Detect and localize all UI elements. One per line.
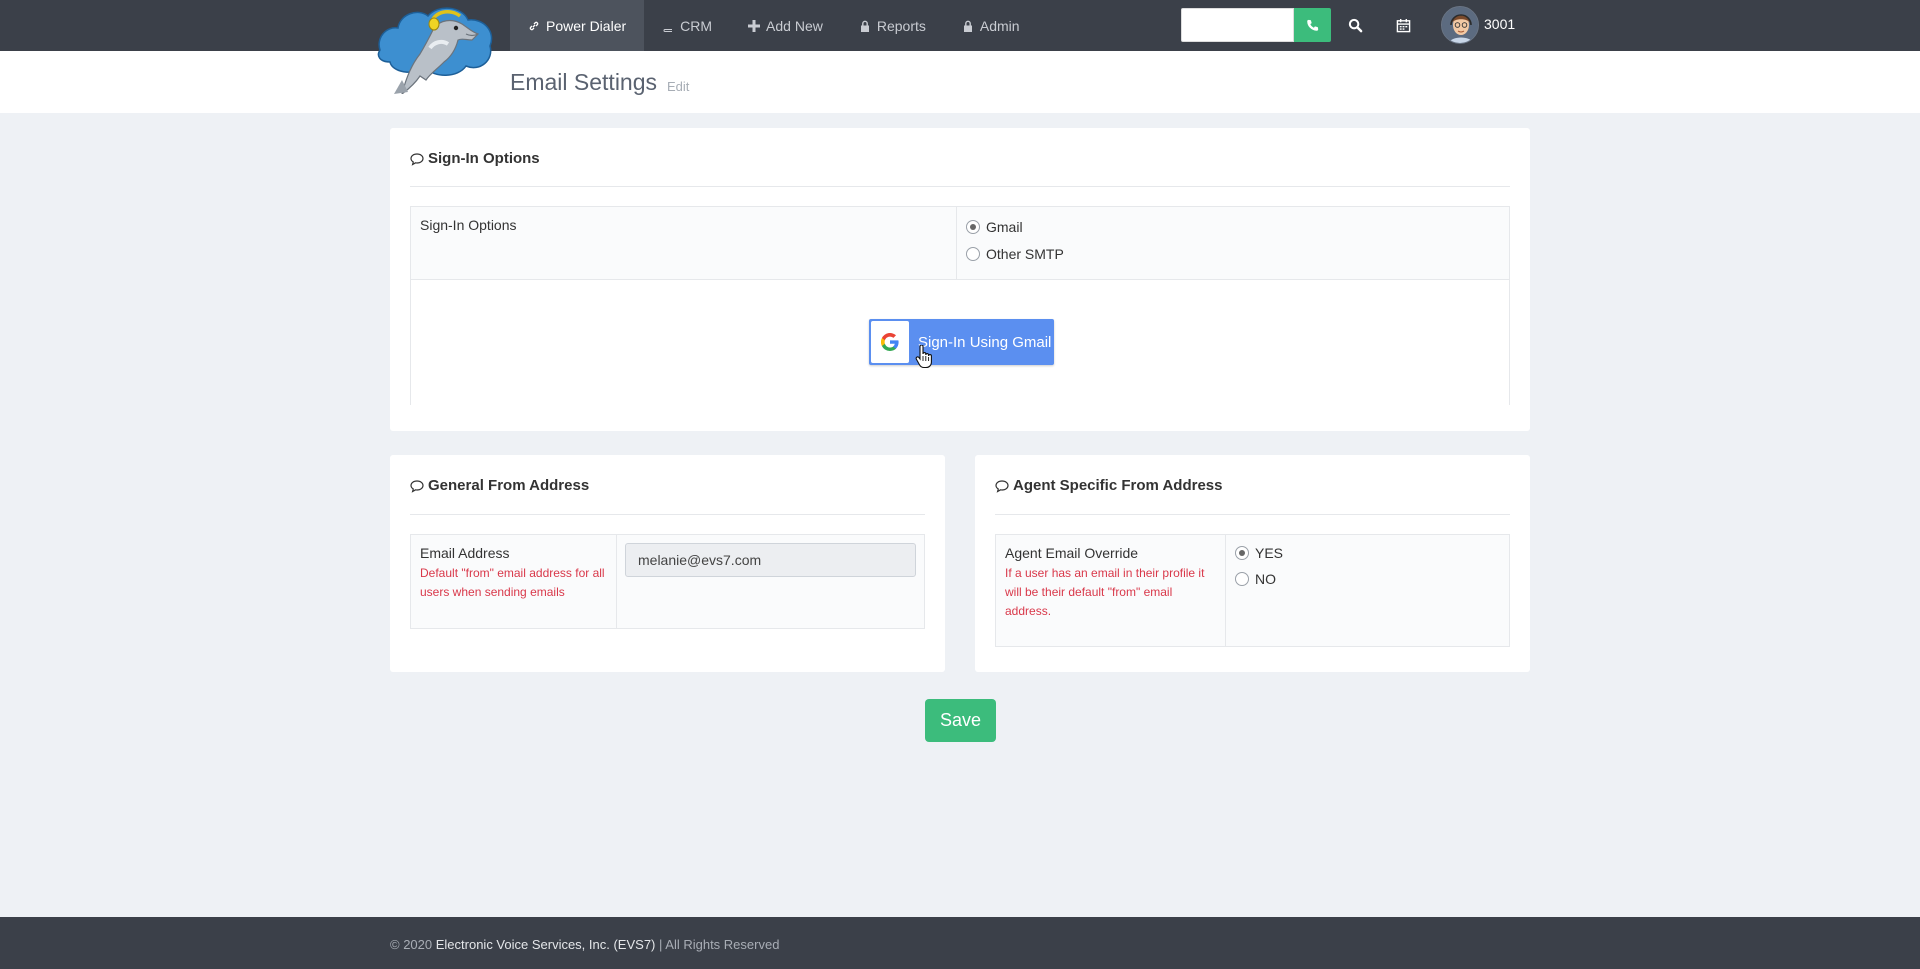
copyright-suffix: | All Rights Reserved <box>655 937 780 952</box>
email-address-label: Email Address <box>420 545 510 561</box>
link-icon <box>529 21 539 30</box>
company-name: Electronic Voice Services, Inc. (EVS7) <box>435 937 656 952</box>
radio-label: NO <box>1255 571 1276 587</box>
radio-label: Other SMTP <box>986 246 1064 262</box>
book-icon <box>663 20 673 32</box>
lock-icon <box>963 20 972 32</box>
nav-item-power-dialer[interactable]: Power Dialer <box>510 0 645 51</box>
cell-divider <box>956 207 957 279</box>
agent-email-override-help: If a user has an email in their profile … <box>1005 566 1205 618</box>
radio-yes[interactable]: YES <box>1235 545 1283 561</box>
save-button[interactable]: Save <box>925 699 996 742</box>
radio-no[interactable]: NO <box>1235 571 1276 587</box>
comment-icon <box>995 479 1009 493</box>
divider <box>995 514 1510 515</box>
panel-title-text: Sign-In Options <box>428 150 540 167</box>
main-nav: Power Dialer CRM Add New Reports Admin <box>510 0 1038 51</box>
agent-from-table: Agent Email Override If a user has an em… <box>995 534 1510 647</box>
page-header: Email Settings Edit <box>0 51 1920 113</box>
email-address-help: Default "from" email address for all use… <box>420 566 605 599</box>
radio-dot-unchecked[interactable] <box>1235 572 1249 586</box>
radio-label: YES <box>1255 545 1284 561</box>
edit-link[interactable]: Edit <box>667 79 689 94</box>
divider <box>410 186 1510 187</box>
nav-item-label: Power Dialer <box>546 17 627 34</box>
plus-icon <box>748 19 761 32</box>
agent-from-address-panel: Agent Specific From Address Agent Email … <box>975 455 1530 672</box>
phone-icon <box>1307 19 1319 31</box>
google-logo-box <box>871 321 909 363</box>
panel-title: General From Address <box>410 477 589 494</box>
signin-options-table: Sign-In Options Gmail Other SMTP Sign-In… <box>410 206 1510 405</box>
footer-copyright: © 2020 Electronic Voice Services, Inc. (… <box>390 937 779 952</box>
divider <box>410 514 925 515</box>
signin-options-panel: Sign-In Options Sign-In Options Gmail Ot… <box>390 128 1530 431</box>
agent-avatar-icon <box>1442 7 1478 43</box>
nav-item-crm[interactable]: CRM <box>644 0 730 51</box>
agent-email-override-label: Agent Email Override <box>1005 545 1139 561</box>
lock-icon <box>860 20 869 32</box>
footer: © 2020 Electronic Voice Services, Inc. (… <box>0 917 1920 969</box>
call-button[interactable] <box>1294 8 1331 42</box>
radio-other-smtp[interactable]: Other SMTP <box>966 246 1064 262</box>
nav-item-add-new[interactable]: Add New <box>730 0 841 51</box>
nav-item-label: Add New <box>766 17 823 34</box>
google-g-icon <box>881 333 899 351</box>
cell-divider <box>1225 535 1226 646</box>
nav-item-reports[interactable]: Reports <box>841 0 944 51</box>
top-navbar: Power Dialer CRM Add New Reports Admin 3… <box>0 0 1920 51</box>
panel-title-text: Agent Specific From Address <box>1013 477 1223 494</box>
dolphin-logo[interactable] <box>372 0 498 96</box>
radio-gmail[interactable]: Gmail <box>966 219 1023 235</box>
comment-icon <box>410 152 424 166</box>
panel-title: Sign-In Options <box>410 150 540 167</box>
email-address-input[interactable] <box>625 543 916 577</box>
nav-item-admin[interactable]: Admin <box>944 0 1038 51</box>
user-extension[interactable]: 3001 <box>1484 16 1515 32</box>
panel-title: Agent Specific From Address <box>995 477 1223 494</box>
signin-gmail-label: Sign-In Using Gmail <box>918 333 1052 351</box>
nav-item-label: Admin <box>979 17 1020 34</box>
radio-label: Gmail <box>986 219 1023 235</box>
general-from-table: Email Address Default "from" email addre… <box>410 534 925 629</box>
dial-number-input[interactable] <box>1181 8 1294 42</box>
nav-item-label: Reports <box>876 17 926 34</box>
radio-dot-checked[interactable] <box>1235 546 1249 560</box>
calendar-icon <box>1396 18 1410 32</box>
dolphin-logo-icon <box>377 7 493 96</box>
cell-divider <box>616 535 617 628</box>
panel-title-text: General From Address <box>428 477 590 494</box>
radio-dot-checked[interactable] <box>966 220 980 234</box>
user-avatar[interactable] <box>1441 6 1479 44</box>
search-icon <box>1348 18 1362 32</box>
comment-icon <box>410 479 424 493</box>
radio-dot-unchecked[interactable] <box>966 247 980 261</box>
copyright-prefix: © 2020 <box>390 937 436 952</box>
search-button[interactable] <box>1344 14 1366 36</box>
general-from-address-panel: General From Address Email Address Defau… <box>390 455 945 672</box>
nav-item-label: CRM <box>680 17 713 34</box>
hand-pointer-cursor-icon <box>915 345 932 369</box>
signin-gmail-button[interactable]: Sign-In Using Gmail <box>869 319 1054 365</box>
page-title: Email Settings <box>510 69 658 95</box>
calendar-button[interactable] <box>1392 14 1414 36</box>
signin-options-label: Sign-In Options <box>420 217 517 233</box>
